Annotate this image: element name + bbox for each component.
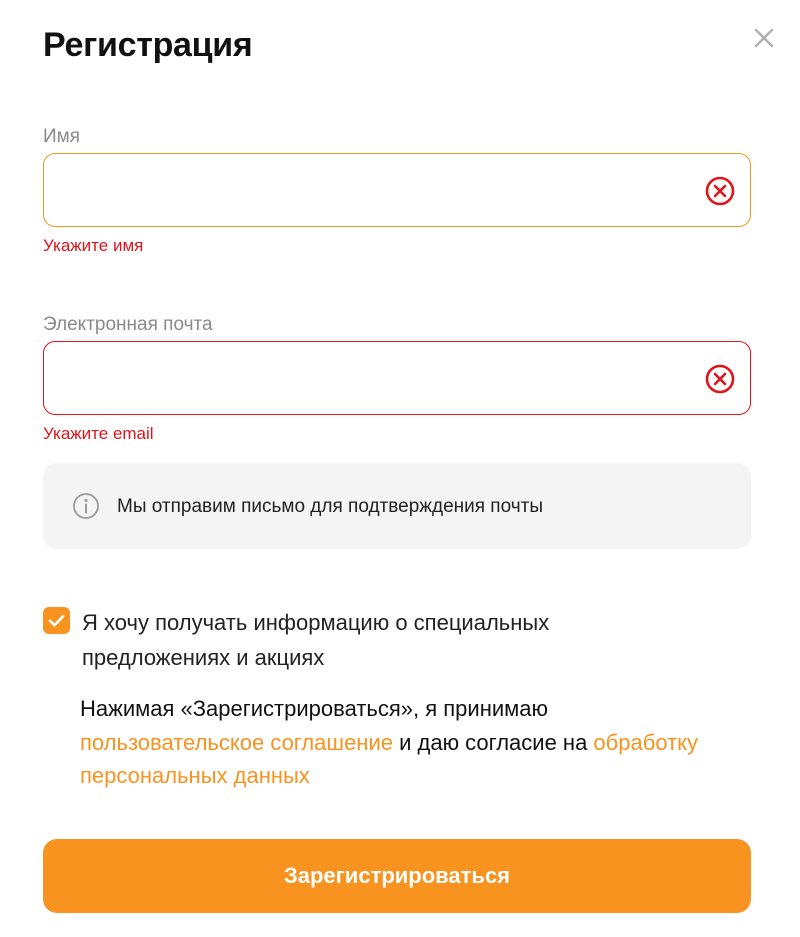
email-clear-button[interactable]: [704, 363, 736, 395]
email-error-message: Укажите email: [43, 424, 154, 443]
dialog-title: Регистрация: [43, 26, 253, 64]
name-error-message: Укажите имя: [43, 236, 144, 255]
name-input[interactable]: [62, 154, 682, 226]
agreement-text: Нажимая «Зарегистрироваться», я принимаю…: [80, 692, 720, 793]
checkmark-icon: [48, 614, 65, 627]
agreement-text-middle: и даю согласие на: [392, 729, 594, 755]
email-field[interactable]: [43, 341, 751, 415]
info-text: Мы отправим письмо для подтверждения поч…: [117, 496, 544, 517]
name-field-label: Имя: [43, 126, 81, 147]
promo-checkbox-label[interactable]: Я хочу получать информацию о специальных…: [82, 605, 682, 675]
terms-link[interactable]: пользовательское соглашение: [80, 730, 393, 755]
name-field[interactable]: [43, 153, 751, 227]
info-circle-icon: [72, 492, 100, 520]
close-button[interactable]: [748, 22, 780, 54]
email-input[interactable]: [62, 342, 682, 414]
clear-x-circle-icon: [705, 176, 735, 206]
agreement-text-before: Нажимая «Зарегистрироваться», я принимаю: [80, 696, 548, 721]
name-clear-button[interactable]: [704, 175, 736, 207]
promo-checkbox[interactable]: [43, 607, 70, 634]
register-button[interactable]: Зарегистрироваться: [43, 839, 751, 913]
info-notice: Мы отправим письмо для подтверждения поч…: [43, 463, 751, 549]
clear-x-circle-icon: [705, 364, 735, 394]
close-icon: [754, 28, 774, 48]
email-field-label: Электронная почта: [43, 314, 213, 335]
